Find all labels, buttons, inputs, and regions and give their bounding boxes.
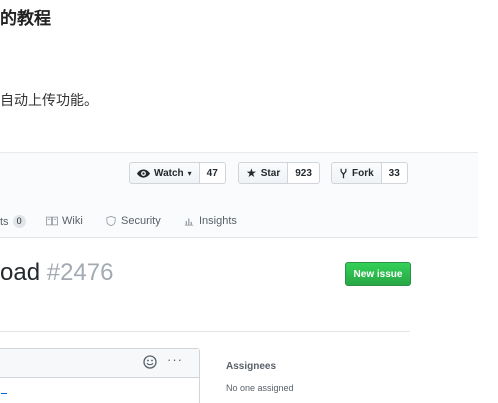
eye-icon	[137, 168, 150, 178]
article-heading: 的教程	[0, 9, 51, 28]
watch-button-group: Watch ▾ 47	[129, 162, 226, 184]
tab-wiki[interactable]: Wiki	[46, 215, 83, 227]
tab-label: Security	[121, 215, 161, 227]
fork-count[interactable]: 33	[381, 162, 408, 184]
tab-label: Insights	[199, 215, 237, 227]
caret-down-icon: ▾	[187, 168, 192, 178]
watch-label: Watch	[154, 167, 184, 179]
comment-header: ···	[0, 349, 199, 378]
issue-number: #2476	[46, 259, 114, 286]
tab-label: Wiki	[62, 215, 83, 227]
repo-header: Watch ▾ 47 ★ Star 923 Fork 33 ts 0 Wiki …	[0, 153, 478, 238]
smiley-icon[interactable]	[143, 355, 157, 369]
watch-button[interactable]: Watch ▾	[129, 162, 200, 184]
fork-button-group: Fork 33	[331, 162, 408, 184]
kebab-horizontal-icon[interactable]: ···	[167, 352, 183, 367]
star-count[interactable]: 923	[288, 162, 320, 184]
fork-label: Fork	[352, 167, 374, 179]
fork-button[interactable]: Fork	[331, 162, 382, 184]
assignees-label[interactable]: Assignees	[226, 361, 276, 372]
star-button-group: ★ Star 923	[238, 162, 320, 184]
star-icon: ★	[246, 166, 257, 180]
repo-forked-icon	[340, 168, 347, 178]
new-issue-button[interactable]: New issue	[345, 262, 411, 286]
star-label: Star	[260, 167, 281, 179]
star-button[interactable]: ★ Star	[238, 162, 289, 184]
tab-label: ts	[0, 215, 9, 228]
graph-icon	[184, 218, 194, 226]
tab-pull-requests[interactable]: ts 0	[0, 215, 26, 228]
watch-count[interactable]: 47	[199, 162, 226, 184]
tab-insights[interactable]: Insights	[183, 215, 237, 227]
issue-title: oad #2476	[0, 259, 113, 287]
shield-icon	[106, 216, 116, 226]
issue-title-text: oad	[0, 259, 41, 286]
header-divider	[0, 331, 410, 332]
tab-security[interactable]: Security	[105, 215, 161, 227]
tab-counter: 0	[12, 215, 26, 228]
assignees-value: No one assigned	[226, 383, 294, 393]
comment-link-fragment[interactable]	[1, 387, 7, 394]
github-issue-screenshot: Watch ▾ 47 ★ Star 923 Fork 33 ts 0 Wiki …	[0, 152, 478, 403]
comment-box: ···	[0, 348, 200, 403]
book-icon	[46, 216, 58, 226]
article-paragraph: 自动上传功能。	[0, 92, 98, 108]
